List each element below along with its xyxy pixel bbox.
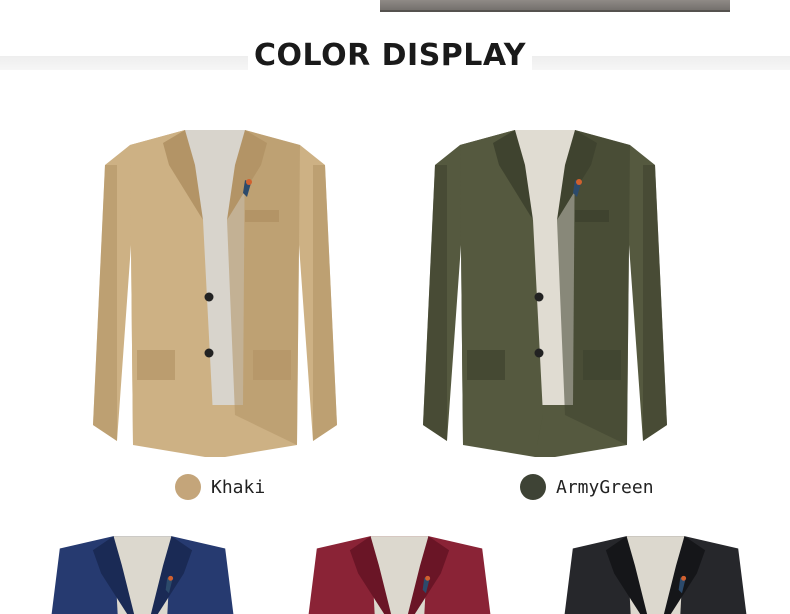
swatch-row-khaki: Khaki: [175, 474, 265, 500]
swatch-label-armygreen: ArmyGreen: [556, 476, 654, 498]
color-card-black[interactable]: [548, 532, 763, 614]
previous-product-image: [380, 0, 730, 12]
jacket-image-khaki: [93, 130, 337, 457]
jacket-image-wine: [308, 536, 491, 614]
section-title: COLOR DISPLAY: [0, 38, 780, 73]
jacket-image-navy: [51, 536, 234, 614]
color-card-armygreen[interactable]: [415, 125, 675, 505]
color-card-wine[interactable]: [292, 532, 507, 614]
color-card-navy[interactable]: [35, 532, 250, 614]
jacket-image-black: [564, 536, 747, 614]
swatch-dot-khaki: [175, 474, 201, 500]
swatch-row-armygreen: ArmyGreen: [520, 474, 654, 500]
jacket-image-armygreen: [423, 130, 667, 457]
color-card-khaki[interactable]: [85, 125, 345, 505]
swatch-label-khaki: Khaki: [211, 476, 266, 498]
swatch-dot-armygreen: [520, 474, 546, 500]
